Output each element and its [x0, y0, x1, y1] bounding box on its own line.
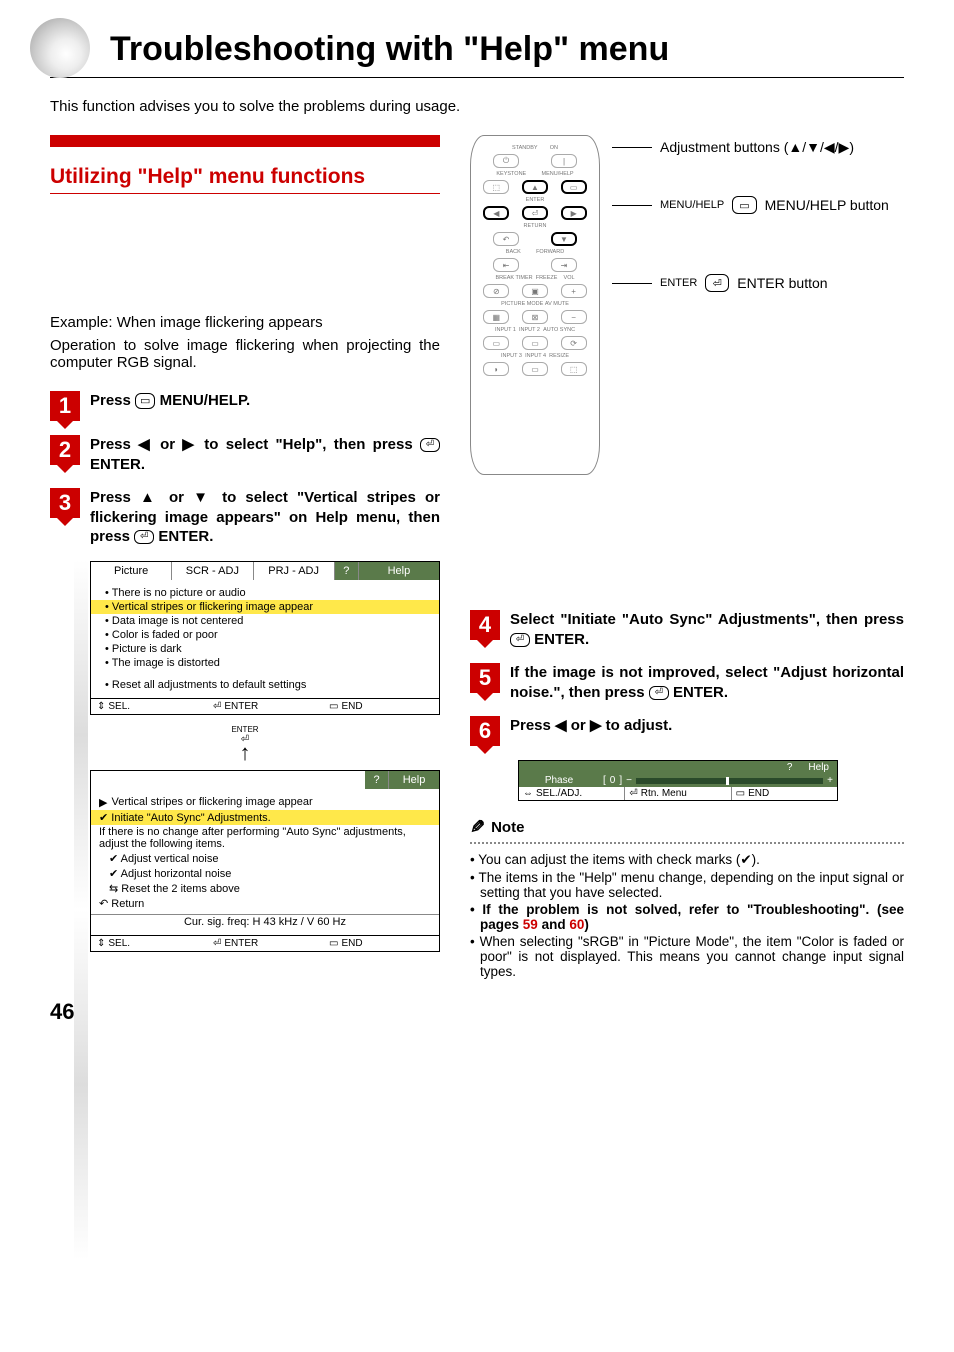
step-2: 2 Press ◀ or ▶ to select "Help", then pr… — [50, 435, 440, 474]
osd-item: • Vertical stripes or flickering image a… — [91, 600, 439, 614]
osd-item: ↶ Return — [99, 896, 431, 911]
note-divider — [470, 842, 904, 844]
osd-item: • Reset all adjustments to default setti… — [99, 678, 431, 692]
osd-tab: PRJ - ADJ — [254, 562, 335, 580]
osd-foot-end: ▭END — [323, 699, 439, 714]
step-number: 3 — [50, 488, 80, 518]
label-enter-button: ENTER ⏎ ENTER button — [612, 274, 904, 292]
page-title: Troubleshooting with "Help" menu — [110, 30, 904, 69]
side-gradient — [74, 560, 88, 1260]
osd-tab: Picture — [91, 562, 172, 580]
step-text: Press ▭ MENU/HELP. — [90, 391, 440, 421]
osd-item: • The image is distorted — [99, 656, 431, 670]
step-text: Press ◀ or ▶ to adjust. — [510, 716, 904, 746]
section-title: Utilizing "Help" menu functions — [50, 165, 440, 189]
note-list: You can adjust the items with check mark… — [470, 852, 904, 979]
step-text: Press ◀ or ▶ to select "Help", then pres… — [90, 435, 440, 474]
osd-heading: ▶Vertical stripes or flickering image ap… — [99, 795, 431, 810]
osd-tab-help: Help — [389, 771, 439, 789]
step-5: 5 If the image is not improved, select "… — [470, 663, 904, 702]
enter-icon: ⏎ — [649, 686, 669, 700]
osd-item: If there is no change after performing "… — [99, 825, 431, 851]
osd-item: ✔ Adjust vertical noise — [99, 851, 431, 866]
enter-icon: ⏎ — [420, 438, 440, 452]
phase-slider — [636, 778, 823, 784]
osd-item: ⇆ Reset the 2 items above — [99, 881, 431, 896]
osd-foot-seladj: ⇔SEL./ADJ. — [519, 787, 625, 800]
osd-tab-help: Help — [359, 562, 439, 580]
page-number: 46 — [50, 999, 904, 1025]
osd-item: • Picture is dark — [99, 642, 431, 656]
remote-down-button: ▼ — [551, 232, 577, 246]
osd-help-detail: ? Help ▶Vertical stripes or flickering i… — [90, 770, 440, 952]
example-heading: Example: When image flickering appears — [50, 314, 440, 331]
step-number: 5 — [470, 663, 500, 693]
enter-icon: ⏎ — [134, 530, 154, 544]
note-heading: Note — [470, 817, 904, 838]
phase-value: 0 — [610, 775, 616, 786]
step-number: 2 — [50, 435, 80, 465]
note-item: When selecting "sRGB" in "Picture Mode",… — [470, 934, 904, 979]
enter-arrow-hint: ENTER ⏎ ↑ — [50, 725, 440, 760]
step-number: 1 — [50, 391, 80, 421]
menu-help-icon: ▭ — [135, 393, 155, 409]
step-4: 4 Select "Initiate "Auto Sync" Adjustmen… — [470, 610, 904, 649]
step-6: 6 Press ◀ or ▶ to adjust. — [470, 716, 904, 746]
remote-right-button: ▶ — [561, 206, 587, 220]
example-body: Operation to solve image flickering when… — [50, 337, 440, 371]
step-number: 6 — [470, 716, 500, 746]
label-adjustment-buttons: Adjustment buttons (▲/▼/◀/▶) — [612, 139, 904, 156]
remote-up-button: ▲ — [522, 180, 548, 194]
osd-foot-enter: ⏎ENTER — [207, 936, 323, 951]
osd-foot-rtnmenu: ⏎Rtn. Menu — [625, 787, 731, 800]
osd-tab-help-icon: ? — [365, 771, 389, 789]
corner-logo — [30, 18, 90, 78]
phase-label: Phase — [519, 774, 599, 787]
osd-item: ✔ Initiate "Auto Sync" Adjustments. — [91, 810, 439, 825]
osd-help-menu: Picture SCR - ADJ PRJ - ADJ ? Help • The… — [90, 561, 440, 715]
step-3: 3 Press ▲ or ▼ to select "Vertical strip… — [50, 488, 440, 547]
note-item: If the problem is not solved, refer to "… — [470, 902, 904, 932]
enter-icon: ⏎ — [510, 633, 530, 647]
phase-adjust-osd: ?Help Phase [0] −+ ⇔SEL./ADJ. ⏎Rtn. Menu… — [518, 760, 838, 801]
red-bar — [50, 135, 440, 147]
note-item: You can adjust the items with check mark… — [470, 852, 904, 868]
osd-foot-sel: ⇕SEL. — [91, 699, 207, 714]
label-menu-help-button: MENU/HELP ▭ MENU/HELP button — [612, 196, 904, 214]
osd-foot-enter: ⏎ENTER — [207, 699, 323, 714]
step-1: 1 Press ▭ MENU/HELP. — [50, 391, 440, 421]
step-text: Select "Initiate "Auto Sync" Adjustments… — [510, 610, 904, 649]
title-rule — [50, 77, 904, 78]
section-rule — [50, 193, 440, 194]
intro-text: This function advises you to solve the p… — [50, 98, 904, 115]
step-text: If the image is not improved, select "Ad… — [510, 663, 904, 702]
osd-item: • Color is faded or poor — [99, 628, 431, 642]
step-text: Press ▲ or ▼ to select "Vertical stripes… — [90, 488, 440, 547]
osd-foot-end: ▭END — [323, 936, 439, 951]
remote-enter-button: ⏎ — [522, 206, 548, 220]
osd-item: • There is no picture or audio — [99, 586, 431, 600]
remote-menu-button: ▭ — [561, 180, 587, 194]
osd-sigline: Cur. sig. freq: H 43 kHz / V 60 Hz — [91, 914, 439, 929]
osd-foot-sel: ⇕SEL. — [91, 936, 207, 951]
note-item: The items in the "Help" menu change, dep… — [470, 870, 904, 900]
osd-item: • Data image is not centered — [99, 614, 431, 628]
osd-foot-end: ▭END — [732, 787, 837, 800]
step-number: 4 — [470, 610, 500, 640]
remote-left-button: ◀ — [483, 206, 509, 220]
osd-item: ✔ Adjust horizontal noise — [99, 866, 431, 881]
osd-tab: SCR - ADJ — [172, 562, 253, 580]
osd-tab-help-icon: ? — [335, 562, 359, 580]
remote-diagram: STANDBY ON ⏻| KEYSTONE MENU/HELP ⬚▲▭ ENT… — [470, 135, 600, 475]
